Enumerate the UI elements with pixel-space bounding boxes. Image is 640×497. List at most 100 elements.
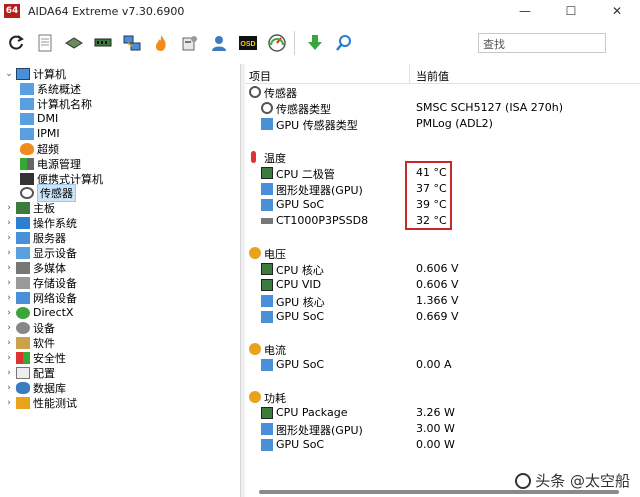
search-input[interactable]: 查找 xyxy=(478,33,606,53)
tree-item-sensor[interactable]: 传感器 xyxy=(18,183,76,202)
expand-icon[interactable]: › xyxy=(4,368,14,378)
tree-item-computer[interactable]: ⌄ 计算机 xyxy=(4,66,66,81)
tree-item-config[interactable]: › 配置 xyxy=(4,365,55,380)
database-icon xyxy=(16,381,30,394)
tree-item-database[interactable]: › 数据库 xyxy=(4,380,66,395)
server-icon xyxy=(16,231,30,244)
section-header-sensor: 传感器 xyxy=(245,84,640,100)
tree-item-motherboard[interactable]: › 主板 xyxy=(4,200,55,215)
gpu-icon xyxy=(261,311,273,323)
column-header: 项目 当前值 xyxy=(245,64,640,84)
minimize-button[interactable]: — xyxy=(502,0,548,22)
tree-item-storage[interactable]: › 存储设备 xyxy=(4,275,77,290)
tree-item-multimedia[interactable]: › 多媒体 xyxy=(4,260,66,275)
osd-icon-label: OSD xyxy=(240,41,255,48)
tree-item-os[interactable]: › 操作系统 xyxy=(4,215,77,230)
expand-icon[interactable]: › xyxy=(4,203,14,213)
tree-item-software[interactable]: › 软件 xyxy=(4,335,55,350)
memory-icon[interactable] xyxy=(90,30,116,56)
tree-item-security[interactable]: › 安全性 xyxy=(4,350,66,365)
table-row[interactable]: GPU 核心 1.366 V xyxy=(245,293,640,309)
flame-icon xyxy=(20,142,34,155)
row-value: 3.00 W xyxy=(416,422,455,435)
maximize-button[interactable]: ☐ xyxy=(548,0,594,22)
tree-item-display[interactable]: › 显示设备 xyxy=(4,245,77,260)
motherboard-icon xyxy=(16,201,30,214)
table-row[interactable]: GPU SoC 0.669 V xyxy=(245,309,640,325)
table-row[interactable]: GPU 传感器类型 PMLog (ADL2) xyxy=(245,116,640,132)
tree-item-ipmi[interactable]: IPMI xyxy=(18,126,60,141)
network-icon[interactable] xyxy=(119,30,145,56)
section-header-voltage: 电压 xyxy=(245,245,640,261)
expand-icon[interactable]: › xyxy=(4,248,14,258)
row-value: 0.606 V xyxy=(416,262,459,275)
tree-item-network[interactable]: › 网络设备 xyxy=(4,290,77,305)
gauge-icon[interactable] xyxy=(264,30,290,56)
section-title: 温度 xyxy=(264,152,286,165)
tree-item-label: 计算机名称 xyxy=(37,97,92,111)
osd-icon[interactable]: OSD xyxy=(235,30,261,56)
expand-icon[interactable]: › xyxy=(4,398,14,408)
expand-icon[interactable]: › xyxy=(4,263,14,273)
expand-icon[interactable]: › xyxy=(4,383,14,393)
tree-item-label: 操作系统 xyxy=(33,216,77,230)
expand-icon[interactable]: › xyxy=(4,338,14,348)
table-row[interactable]: CPU VID 0.606 V xyxy=(245,277,640,293)
row-label: GPU SoC xyxy=(276,358,325,371)
user-icon[interactable] xyxy=(206,30,232,56)
navigation-tree: ⌄ 计算机 系统概述 计算机名称 DMI IPMI 超频 电源管理 便携式计算机… xyxy=(0,64,241,497)
table-row[interactable]: CPU 核心 0.606 V xyxy=(245,261,640,277)
close-button[interactable]: ✕ xyxy=(594,0,640,22)
table-row[interactable]: GPU SoC 0.00 W xyxy=(245,437,640,453)
battery-icon xyxy=(20,157,34,170)
table-row[interactable]: 图形处理器(GPU) 3.00 W xyxy=(245,421,640,437)
tree-item-label: 性能测试 xyxy=(33,396,77,410)
expand-icon[interactable]: › xyxy=(4,323,14,333)
tree-item-label: 系统概述 xyxy=(37,82,81,96)
refresh-icon[interactable] xyxy=(3,30,29,56)
column-header-item[interactable]: 项目 xyxy=(249,68,271,84)
tools-icon[interactable] xyxy=(177,30,203,56)
tree-item-benchmark[interactable]: › 性能测试 xyxy=(4,395,77,410)
tree-item-overclock[interactable]: 超频 xyxy=(18,141,59,156)
row-label: GPU SoC xyxy=(276,198,325,211)
table-row[interactable]: 传感器类型 SMSC SCH5127 (ISA 270h) xyxy=(245,100,640,116)
row-label: GPU 核心 xyxy=(276,296,325,309)
expand-icon[interactable]: › xyxy=(4,308,14,318)
column-divider[interactable] xyxy=(409,64,410,84)
computer-icon xyxy=(16,67,30,80)
watermark: 头条 @太空船 xyxy=(515,470,630,491)
tree-item-power[interactable]: 电源管理 xyxy=(18,156,81,171)
details-pane: 项目 当前值 传感器 传感器类型 SMSC SCH5127 (ISA 270h)… xyxy=(245,64,640,497)
xbox-icon xyxy=(16,306,30,319)
tree-item-label: 多媒体 xyxy=(33,261,66,275)
expand-icon[interactable]: › xyxy=(4,218,14,228)
gauge-icon xyxy=(20,186,34,199)
tree-item-label: DirectX xyxy=(33,306,74,319)
search-icon[interactable] xyxy=(331,30,357,56)
benchmark-icon xyxy=(16,396,30,409)
tree-item-server[interactable]: › 服务器 xyxy=(4,230,66,245)
column-header-value[interactable]: 当前值 xyxy=(416,68,449,84)
collapse-icon[interactable]: ⌄ xyxy=(4,69,14,79)
section-header-current: 电流 xyxy=(245,341,640,357)
expand-icon[interactable]: › xyxy=(4,353,14,363)
expand-icon[interactable]: › xyxy=(4,293,14,303)
tree-item-dmi[interactable]: DMI xyxy=(18,111,58,126)
expand-icon[interactable]: › xyxy=(4,233,14,243)
tree-item-devices[interactable]: › 设备 xyxy=(4,320,55,335)
report-icon[interactable] xyxy=(32,30,58,56)
tree-item-summary[interactable]: 系统概述 xyxy=(18,81,81,96)
row-label: CPU Package xyxy=(276,406,348,419)
flame-icon[interactable] xyxy=(148,30,174,56)
download-icon[interactable] xyxy=(302,30,328,56)
expand-icon[interactable]: › xyxy=(4,278,14,288)
tree-item-computer-name[interactable]: 计算机名称 xyxy=(18,96,92,111)
speaker-icon xyxy=(16,261,30,274)
motherboard-icon[interactable] xyxy=(61,30,87,56)
power-icon xyxy=(249,391,261,403)
table-row[interactable]: CPU Package 3.26 W xyxy=(245,405,640,421)
tree-item-directx[interactable]: › DirectX xyxy=(4,305,73,320)
tree-item-label: 网络设备 xyxy=(33,291,77,305)
table-row[interactable]: GPU SoC 0.00 A xyxy=(245,357,640,373)
